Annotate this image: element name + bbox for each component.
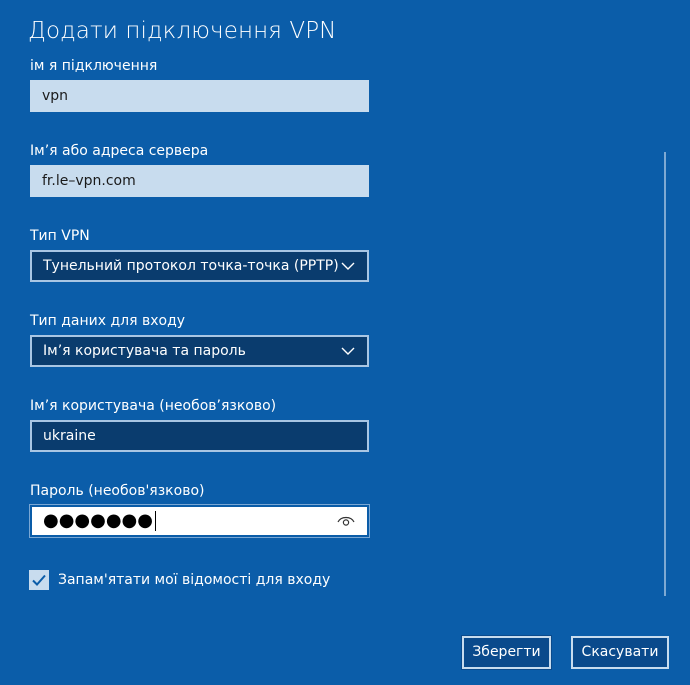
dialog-title: Додати підключення VPN: [28, 18, 337, 44]
add-vpn-dialog: Додати підключення VPN ім я підключення …: [0, 0, 690, 685]
password-dots: ●●●●●●●: [43, 510, 153, 531]
remember-checkbox-label: Запам'ятати мої відомості для входу: [58, 572, 331, 588]
password-label: Пароль (необов'язково): [30, 483, 205, 499]
server-field[interactable]: fr.le–vpn.com: [30, 165, 369, 197]
text-caret: [154, 511, 156, 531]
vpn-type-label: Тип VPN: [30, 228, 90, 244]
password-field[interactable]: ●●●●●●●: [29, 504, 370, 538]
signin-type-value: Ім’я користувача та пароль: [43, 343, 246, 359]
signin-type-select[interactable]: Ім’я користувача та пароль: [30, 335, 369, 367]
scrollbar[interactable]: [664, 152, 666, 596]
signin-type-label: Тип даних для входу: [30, 313, 186, 329]
chevron-down-icon: [341, 262, 355, 270]
remember-checkbox[interactable]: [29, 570, 49, 590]
reveal-password-icon[interactable]: [336, 511, 356, 531]
connection-name-field[interactable]: vpn: [30, 80, 369, 112]
password-value: ●●●●●●●: [43, 506, 156, 536]
vpn-type-value: Тунельний протокол точка-точка (PPTP): [43, 258, 339, 274]
username-label: Ім’я користувача (необов’язково): [30, 398, 277, 414]
connection-name-label: ім я підключення: [30, 58, 158, 74]
chevron-down-icon: [341, 347, 355, 355]
server-label: Ім’я або адреса сервера: [30, 143, 209, 159]
vpn-type-select[interactable]: Тунельний протокол точка-точка (PPTP): [30, 250, 369, 282]
username-field[interactable]: ukraine: [30, 420, 369, 452]
remember-signin-row[interactable]: Запам'ятати мої відомості для входу: [29, 570, 330, 590]
cancel-button[interactable]: Скасувати: [571, 636, 669, 669]
checkmark-icon: [32, 574, 46, 586]
save-button[interactable]: Зберегти: [461, 635, 552, 670]
